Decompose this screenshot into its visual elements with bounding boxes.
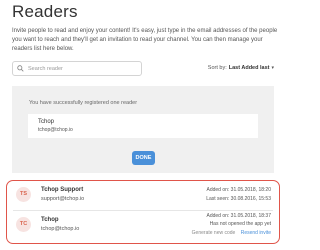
done-button[interactable]: DONE (132, 151, 155, 165)
readers-page: Readers Invite people to read and enjoy … (0, 0, 286, 250)
avatar: TC (16, 217, 31, 232)
registered-reader-email: tchop@tchop.io (38, 127, 73, 133)
avatar: TS (16, 187, 31, 202)
reader-last-seen: Last seen: 30.08.2016, 15:53 (206, 196, 271, 202)
sort-value: Last Added last (228, 65, 270, 71)
reader-name: Tchop Support (41, 187, 84, 193)
reader-email: tchop@tchop.io (41, 226, 80, 232)
search-input[interactable] (24, 62, 138, 75)
chevron-down-icon: ▾ (271, 65, 274, 71)
reader-row[interactable]: TC Tchop tchop@tchop.io Added on: 31.05.… (7, 211, 279, 240)
sort-dropdown[interactable]: Sort by: Last Added last ▾ (208, 65, 274, 71)
success-message: You have successfully registered one rea… (29, 100, 138, 106)
search-icon (17, 65, 24, 72)
resend-invite-link[interactable]: Resend invite (241, 230, 271, 236)
generate-new-code-link[interactable]: Generate new code (192, 230, 236, 236)
page-intro: Invite people to read and enjoy your con… (12, 28, 278, 52)
reader-email: support@tchop.io (41, 196, 85, 202)
reader-added-on: Added on: 31.05.2018, 18:37 (206, 213, 271, 219)
search-box[interactable] (12, 61, 142, 76)
registered-reader-card: Tchop tchop@tchop.io (28, 114, 258, 138)
sort-label: Sort by: (207, 65, 227, 71)
registered-reader-name: Tchop (38, 119, 55, 125)
readers-list: TS Tchop Support support@tchop.io Added … (6, 180, 280, 244)
reader-row[interactable]: TS Tchop Support support@tchop.io Added … (7, 181, 279, 210)
page-title: Readers (12, 2, 78, 21)
success-panel: You have successfully registered one rea… (12, 86, 274, 173)
reader-actions: Generate new code Resend invite (192, 230, 271, 236)
reader-added-on: Added on: 31.05.2018, 18:20 (206, 187, 271, 193)
reader-app-status: Has not opened the app yet (209, 221, 271, 227)
reader-name: Tchop (41, 217, 59, 223)
